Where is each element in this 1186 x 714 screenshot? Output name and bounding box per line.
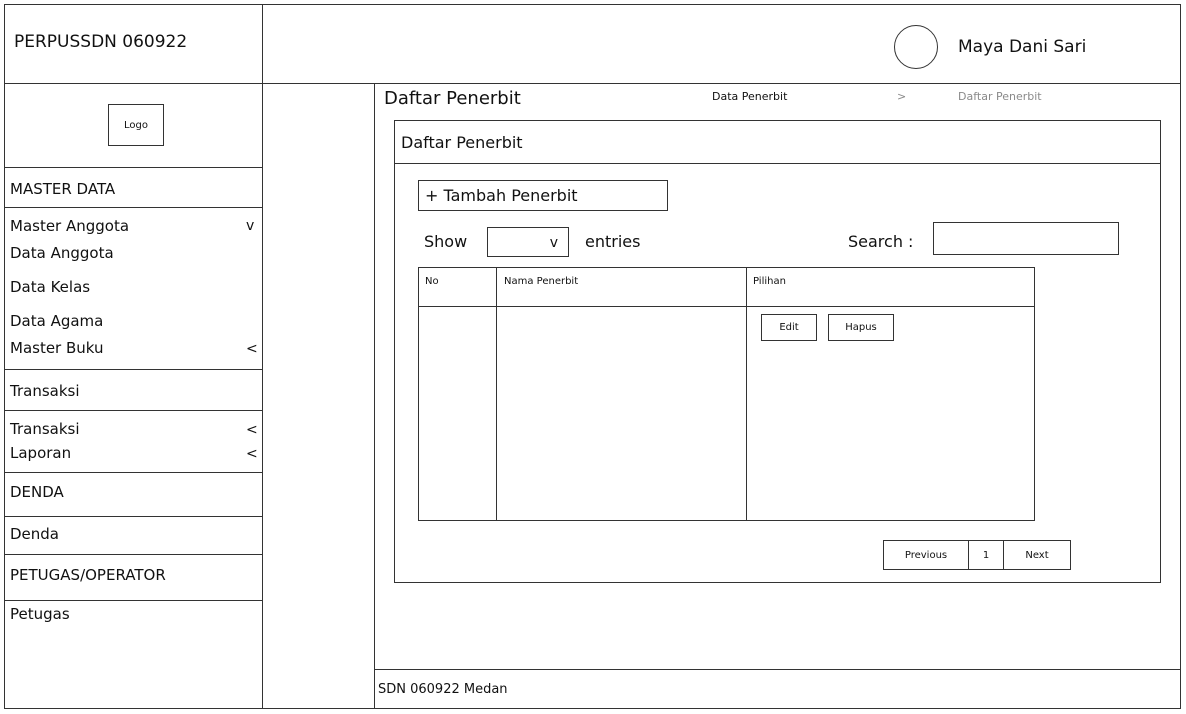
entries-label: entries bbox=[585, 232, 641, 251]
sidebar-divider bbox=[4, 472, 262, 473]
sidebar-item-transaksi[interactable]: Transaksi bbox=[10, 420, 80, 438]
pagination-next-button[interactable]: Next bbox=[1003, 540, 1071, 570]
show-label: Show bbox=[424, 232, 468, 251]
sidebar-item-master-buku[interactable]: Master Buku bbox=[10, 339, 104, 357]
content-left-border bbox=[374, 83, 375, 709]
logo-placeholder: Logo bbox=[108, 104, 164, 146]
chevron-left-icon[interactable]: < bbox=[246, 422, 258, 438]
footer-top-border bbox=[374, 669, 1181, 670]
breadcrumb-current: Daftar Penerbit bbox=[958, 90, 1042, 103]
edit-button[interactable]: Edit bbox=[761, 314, 817, 341]
user-name[interactable]: Maya Dani Sari bbox=[958, 37, 1086, 57]
page-title: Daftar Penerbit bbox=[384, 88, 521, 109]
sidebar-item-petugas[interactable]: Petugas bbox=[10, 605, 70, 623]
sidebar-divider bbox=[4, 600, 262, 601]
sidebar-item-data-kelas[interactable]: Data Kelas bbox=[10, 278, 90, 296]
sidebar-item-denda[interactable]: Denda bbox=[10, 525, 59, 543]
sidebar-item-data-anggota[interactable]: Data Anggota bbox=[10, 244, 114, 262]
pagination-page-1[interactable]: 1 bbox=[968, 540, 1004, 570]
breadcrumb-separator: > bbox=[897, 90, 907, 103]
entries-select[interactable]: v bbox=[487, 227, 569, 257]
search-label: Search : bbox=[848, 232, 914, 251]
add-publisher-button[interactable]: + Tambah Penerbit bbox=[418, 180, 668, 211]
sidebar-divider bbox=[4, 516, 262, 517]
sidebar-item-data-agama[interactable]: Data Agama bbox=[10, 312, 103, 330]
sidebar-divider bbox=[4, 167, 262, 168]
column-header-pilihan[interactable]: Pilihan bbox=[753, 276, 786, 287]
sidebar-section-transaksi: Transaksi bbox=[10, 382, 80, 400]
sidebar-section-master-data: MASTER DATA bbox=[10, 180, 116, 198]
table-col-divider bbox=[496, 267, 497, 521]
panel-header-divider bbox=[394, 163, 1161, 164]
panel-title: Daftar Penerbit bbox=[401, 133, 523, 152]
header-bottom-border bbox=[4, 83, 1181, 84]
column-header-no[interactable]: No bbox=[425, 276, 439, 287]
chevron-down-icon[interactable]: v bbox=[246, 218, 254, 234]
avatar[interactable] bbox=[894, 25, 938, 69]
chevron-down-icon: v bbox=[549, 235, 558, 251]
table-col-divider bbox=[746, 267, 747, 521]
breadcrumb-parent[interactable]: Data Penerbit bbox=[712, 90, 787, 103]
chevron-left-icon[interactable]: < bbox=[246, 341, 258, 357]
sidebar-section-denda: DENDA bbox=[10, 483, 64, 501]
sidebar-item-laporan[interactable]: Laporan bbox=[10, 444, 71, 462]
chevron-left-icon[interactable]: < bbox=[246, 446, 258, 462]
sidebar-divider bbox=[4, 410, 262, 411]
sidebar-divider bbox=[4, 207, 262, 208]
column-header-nama-penerbit[interactable]: Nama Penerbit bbox=[504, 276, 578, 287]
sidebar-divider bbox=[4, 369, 262, 370]
footer-text: SDN 060922 Medan bbox=[378, 682, 508, 697]
sidebar-right-border bbox=[262, 83, 263, 709]
pagination-previous-button[interactable]: Previous bbox=[883, 540, 969, 570]
header-divider bbox=[262, 4, 263, 83]
delete-button[interactable]: Hapus bbox=[828, 314, 894, 341]
app-title: PERPUSSDN 060922 bbox=[14, 32, 188, 52]
sidebar-item-master-anggota[interactable]: Master Anggota bbox=[10, 217, 129, 235]
search-input[interactable] bbox=[933, 222, 1119, 255]
sidebar-divider bbox=[4, 554, 262, 555]
table-header-border bbox=[418, 306, 1035, 307]
sidebar-section-petugas: PETUGAS/OPERATOR bbox=[10, 566, 166, 584]
